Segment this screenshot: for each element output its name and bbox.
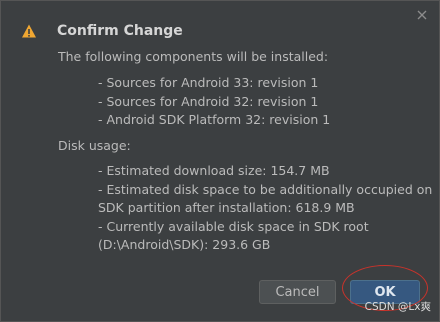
components-list: - Sources for Android 33: revision 1 - S… [98,74,330,130]
list-item: - Estimated download size: 154.7 MB [98,163,330,178]
intro-text: The following components will be install… [58,49,329,64]
disk-usage-list: - Estimated download size: 154.7 MB - Es… [98,162,432,255]
confirm-change-dialog: Confirm Change The following components … [0,0,440,322]
list-item: - Android SDK Platform 32: revision 1 [98,112,331,127]
list-item: - Estimated disk space to be additionall… [98,181,433,197]
warning-icon [21,23,37,39]
list-item: - Sources for Android 32: revision 1 [98,93,319,109]
list-item: (D:\Android\SDK): 293.6 GB [98,237,271,252]
list-item: SDK partition after installation: 618.9 … [98,200,355,215]
list-item: - Currently available disk space in SDK … [98,218,369,234]
cancel-button[interactable]: Cancel [259,280,336,304]
dialog-header: Confirm Change [21,21,183,41]
disk-usage-label: Disk usage: [58,138,131,153]
close-icon[interactable] [415,7,429,21]
dialog-title: Confirm Change [57,23,183,39]
watermark: CSDN @Lx爽 [364,301,431,313]
list-item: - Sources for Android 33: revision 1 [98,75,319,90]
